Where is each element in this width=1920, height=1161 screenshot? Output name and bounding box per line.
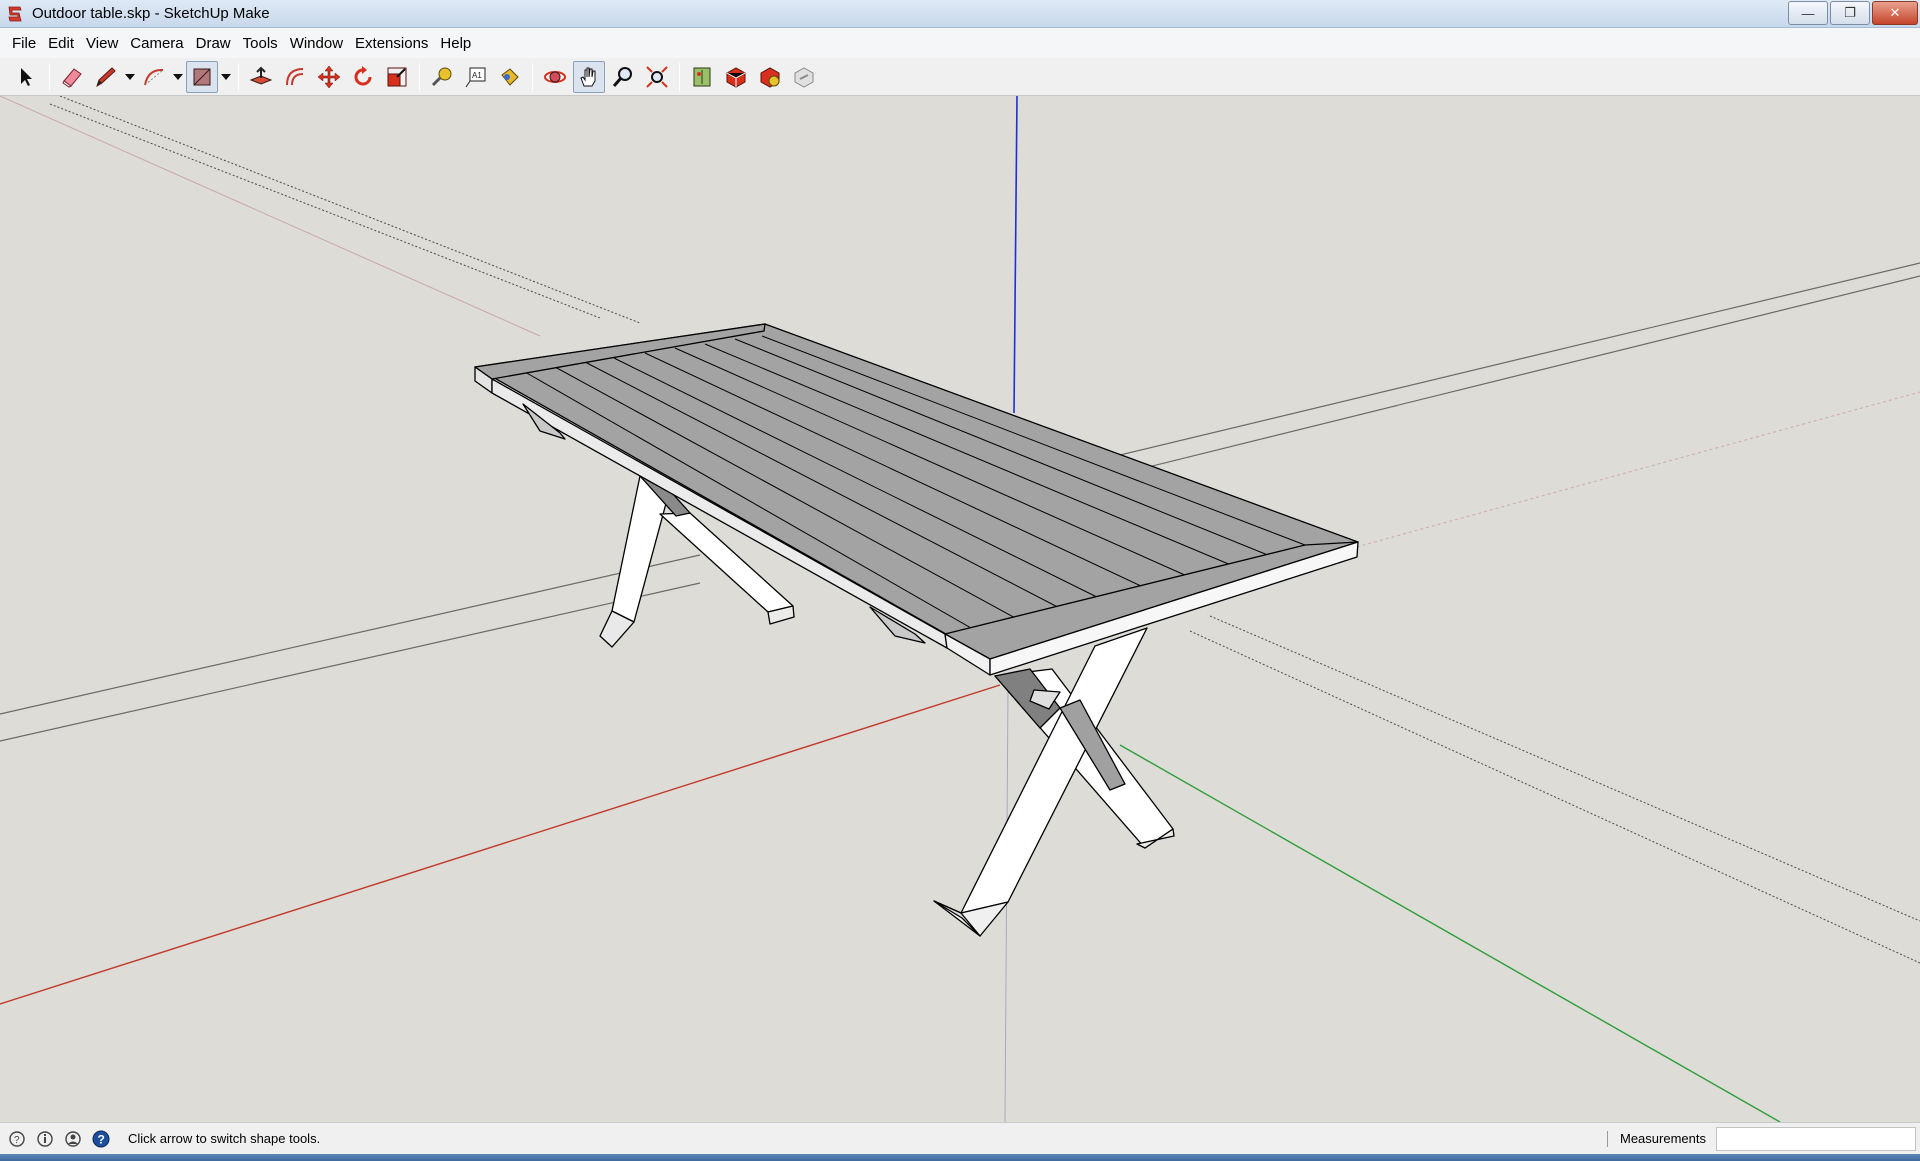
credits-status-button[interactable] (34, 1128, 56, 1150)
measurements-label: Measurements (1620, 1131, 1706, 1146)
paint-bucket-icon (501, 67, 519, 86)
rotate-icon (354, 65, 372, 85)
svg-text:?: ? (14, 1135, 20, 1146)
status-divider (1607, 1131, 1608, 1147)
shape-tool-dropdown[interactable] (219, 61, 233, 93)
shape-tool-button[interactable] (186, 60, 218, 93)
rotate-tool-button[interactable] (347, 61, 379, 93)
restore-icon: ❐ (1844, 5, 1856, 20)
menu-file[interactable]: File (6, 31, 42, 56)
add-location-tool-button[interactable] (686, 61, 718, 93)
toolbar-separator (532, 62, 533, 91)
extension-warehouse-tool-button[interactable] (754, 61, 786, 93)
toolbar-separator (238, 62, 239, 91)
line-tool-dropdown[interactable] (123, 61, 137, 93)
hand-icon (580, 67, 596, 86)
pan-tool-button[interactable] (573, 60, 605, 93)
modeling-viewport[interactable] (0, 96, 1920, 1122)
arrow-cursor-icon (21, 67, 32, 86)
close-button[interactable]: ✕ (1872, 1, 1918, 25)
chevron-down-icon (125, 73, 135, 80)
menu-draw[interactable]: Draw (190, 31, 237, 56)
minimize-icon: — (1801, 5, 1815, 21)
push-pull-icon (249, 66, 273, 85)
svg-text:A1: A1 (472, 71, 482, 80)
status-hint-text: Click arrow to switch shape tools. (128, 1131, 321, 1146)
line-tool-button[interactable] (90, 61, 122, 93)
offset-icon (286, 67, 304, 85)
extension-icon (760, 66, 780, 88)
paint-bucket-tool-button[interactable] (494, 61, 526, 93)
info-icon (37, 1130, 53, 1147)
select-tool-button[interactable] (11, 61, 43, 93)
tape-measure-icon (431, 67, 452, 86)
os-taskbar (0, 1154, 1920, 1161)
push-pull-tool-button[interactable] (245, 61, 277, 93)
offset-tool-button[interactable] (279, 61, 311, 93)
measurements-input[interactable] (1716, 1127, 1916, 1151)
warehouse-icon (726, 66, 746, 88)
arc-tool-dropdown[interactable] (171, 61, 185, 93)
share-icon (794, 66, 814, 88)
tape-measure-tool-button[interactable] (426, 61, 458, 93)
menu-help[interactable]: Help (434, 31, 477, 56)
menu-edit[interactable]: Edit (42, 31, 80, 56)
geolocation-status-button[interactable]: ? (6, 1128, 28, 1150)
large-tool-set-toolbar: A1 (0, 58, 1920, 96)
account-status-button[interactable] (62, 1128, 84, 1150)
window-title: Outdoor table.skp - SketchUp Make (32, 5, 270, 22)
help-icon: ? (92, 1130, 110, 1147)
status-bar: ? ? Click arrow to switch shape tools. M… (0, 1122, 1920, 1154)
3d-warehouse-tool-button[interactable] (720, 61, 752, 93)
minimize-button[interactable]: — (1788, 1, 1828, 25)
title-bar: Outdoor table.skp - SketchUp Make — ❐ ✕ (0, 0, 1920, 28)
arc-tool-button[interactable] (138, 61, 170, 93)
pencil-icon (96, 66, 116, 87)
eraser-tool-button[interactable] (56, 61, 88, 93)
rectangle-icon (193, 68, 211, 85)
menu-tools[interactable]: Tools (237, 31, 284, 56)
user-icon (65, 1130, 81, 1147)
chevron-down-icon (221, 73, 231, 80)
zoom-tool-button[interactable] (607, 61, 639, 93)
magnifier-icon (612, 66, 632, 87)
scene-canvas[interactable] (0, 96, 1920, 1122)
chevron-down-icon (173, 73, 183, 80)
zoom-extents-tool-button[interactable] (641, 61, 673, 93)
orbit-icon (544, 70, 566, 83)
menu-camera[interactable]: Camera (124, 31, 189, 56)
globe-icon: ? (9, 1130, 25, 1147)
map-icon (693, 67, 711, 86)
orbit-tool-button[interactable] (539, 61, 571, 93)
scale-icon (387, 67, 407, 86)
red-axis-negative (0, 96, 541, 337)
eraser-icon (62, 67, 82, 88)
red-axis (0, 684, 1001, 1005)
green-axis (1119, 744, 1781, 1122)
sketchup-logo-icon (8, 6, 22, 21)
menu-window[interactable]: Window (284, 31, 349, 56)
move-tool-button[interactable] (313, 61, 345, 93)
close-icon: ✕ (1889, 5, 1901, 20)
blue-axis (1013, 96, 1018, 414)
menu-view[interactable]: View (80, 31, 124, 56)
move-icon (317, 65, 341, 88)
instructor-toggle-button[interactable]: ? (90, 1128, 112, 1150)
svg-text:?: ? (98, 1132, 105, 1146)
toolbar-separator (49, 62, 50, 91)
share-model-tool-button[interactable] (788, 61, 820, 93)
text-icon: A1 (465, 67, 486, 87)
toolbar-separator (419, 62, 420, 91)
zoom-extents-icon (646, 65, 668, 88)
menu-bar: File Edit View Camera Draw Tools Window … (0, 28, 1920, 58)
scale-tool-button[interactable] (381, 61, 413, 93)
arc-icon (144, 68, 164, 85)
text-tool-button[interactable]: A1 (460, 61, 492, 93)
outdoor-table-model[interactable] (474, 323, 1359, 937)
restore-button[interactable]: ❐ (1830, 1, 1870, 25)
toolbar-separator (679, 62, 680, 91)
menu-extensions[interactable]: Extensions (349, 31, 434, 56)
